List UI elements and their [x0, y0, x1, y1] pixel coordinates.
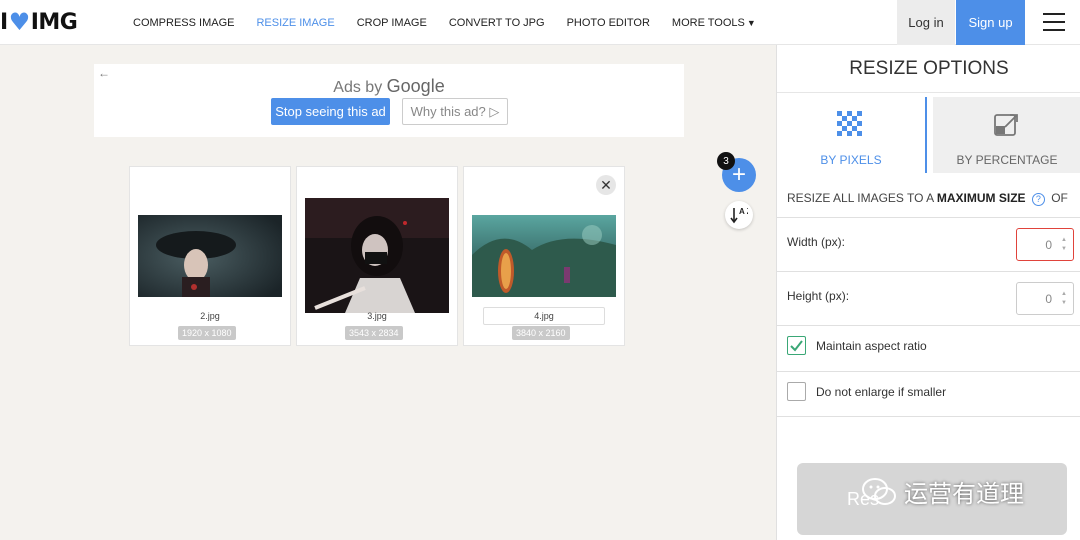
no-enlarge-label: Do not enlarge if smaller — [816, 385, 947, 399]
google-wordmark: Google — [386, 76, 445, 96]
nav-more-tools[interactable]: MORE TOOLS ▼ — [672, 17, 756, 29]
iloveimg-logo[interactable]: I ♥ IMG — [0, 8, 78, 36]
heart-icon: ♥ — [8, 8, 31, 36]
sidebar-title: RESIZE OPTIONS — [777, 45, 1080, 93]
file-dimensions-badge: 3543 x 2834 — [345, 326, 403, 340]
image-thumbnail — [138, 215, 282, 297]
sort-az-button[interactable]: A Z — [725, 201, 753, 229]
file-name[interactable]: 4.jpg — [483, 307, 605, 325]
resize-options-sidebar: RESIZE OPTIONS BY PIXELS BY PERCENTAGE R… — [776, 45, 1080, 540]
maintain-aspect-row: Maintain aspect ratio — [777, 325, 1080, 371]
file-dimensions-badge: 1920 x 1080 — [178, 326, 236, 340]
wechat-icon — [862, 477, 896, 505]
file-dimensions-badge: 3840 x 2160 — [512, 326, 570, 340]
file-name: 2.jpg — [200, 311, 220, 321]
maintain-aspect-checkbox[interactable] — [787, 336, 806, 355]
tab-by-pixels-label: BY PIXELS — [820, 153, 882, 167]
nav-crop-image[interactable]: CROP IMAGE — [357, 17, 427, 29]
nav-convert-to-jpg[interactable]: CONVERT TO JPG — [449, 17, 545, 29]
stepper-arrows-icon[interactable]: ▲ ▼ — [1061, 290, 1067, 308]
top-navbar: I ♥ IMG COMPRESS IMAGE RESIZE IMAGE CROP… — [0, 0, 1080, 45]
height-row: Height (px): 0 ▲ ▼ — [777, 271, 1080, 325]
pixels-icon — [837, 111, 862, 136]
file-card[interactable]: 2.jpg 1920 x 1080 — [129, 166, 291, 346]
ads-by-text: Ads by — [333, 79, 383, 96]
tab-by-percentage[interactable]: BY PERCENTAGE — [933, 97, 1080, 173]
resize-all-suffix: OF — [1051, 191, 1068, 205]
width-row: Width (px): 0 ▲ ▼ — [777, 217, 1080, 271]
why-this-ad-button[interactable]: Why this ad? ▷ — [402, 98, 508, 125]
adchoices-icon: ▷ — [489, 103, 500, 119]
nav-resize-image[interactable]: RESIZE IMAGE — [256, 17, 334, 29]
file-card[interactable]: 3.jpg 3543 x 2834 — [296, 166, 458, 346]
resize-all-description: RESIZE ALL IMAGES TO A MAXIMUM SIZE ? OF — [787, 191, 1068, 206]
stepper-arrows-icon[interactable]: ▲ ▼ — [1061, 236, 1067, 254]
no-enlarge-checkbox[interactable] — [787, 382, 806, 401]
maintain-aspect-label: Maintain aspect ratio — [816, 339, 927, 353]
file-name: 3.jpg — [367, 311, 387, 321]
width-value: 0 — [1045, 238, 1052, 252]
remove-file-icon[interactable]: ✕ — [596, 175, 616, 195]
resize-all-prefix: RESIZE ALL IMAGES TO A — [787, 191, 934, 205]
width-label: Width (px): — [787, 235, 846, 249]
tab-by-pixels[interactable]: BY PIXELS — [777, 97, 927, 173]
nav-more-tools-label: MORE TOOLS — [671, 16, 745, 29]
height-label: Height (px): — [787, 289, 850, 303]
sort-az-icon: A Z — [730, 207, 748, 224]
file-card[interactable]: ✕ 4.jpg 3840 x 2160 — [463, 166, 625, 346]
no-enlarge-row: Do not enlarge if smaller — [777, 371, 1080, 417]
wechat-watermark: 运营有道理 — [862, 474, 1024, 509]
help-icon[interactable]: ? — [1031, 193, 1045, 206]
image-thumbnail — [472, 215, 616, 297]
why-this-ad-label: Why this ad? — [410, 104, 486, 119]
main-nav: COMPRESS IMAGE RESIZE IMAGE CROP IMAGE C… — [122, 0, 767, 45]
height-value: 0 — [1045, 292, 1052, 306]
resize-all-bold: MAXIMUM SIZE — [936, 191, 1026, 205]
watermark-text: 运营有道理 — [904, 480, 1024, 508]
logo-right-text: IMG — [30, 9, 78, 35]
google-ad-panel: ← Ads by Google Stop seeing this ad Why … — [94, 64, 684, 137]
file-count-badge: 3 — [717, 152, 735, 170]
stop-seeing-ad-button[interactable]: Stop seeing this ad — [271, 98, 390, 125]
ads-by-google-label: Ads by Google — [94, 76, 684, 97]
hamburger-menu-icon[interactable] — [1043, 13, 1065, 31]
logo-left-text: I — [0, 9, 8, 35]
sort-a-letter: A Z — [739, 207, 748, 216]
width-input[interactable]: 0 ▲ ▼ — [1016, 228, 1074, 261]
height-input[interactable]: 0 ▲ ▼ — [1016, 282, 1074, 315]
tab-by-percentage-label: BY PERCENTAGE — [956, 153, 1058, 167]
nav-photo-editor[interactable]: PHOTO EDITOR — [567, 17, 650, 29]
image-thumbnail — [305, 198, 449, 313]
checkmark-icon — [790, 340, 803, 352]
caret-down-icon: ▼ — [746, 17, 756, 28]
nav-compress-image[interactable]: COMPRESS IMAGE — [133, 17, 234, 29]
login-button[interactable]: Log in — [897, 0, 955, 45]
percentage-icon — [994, 114, 1018, 136]
signup-button[interactable]: Sign up — [956, 0, 1025, 45]
